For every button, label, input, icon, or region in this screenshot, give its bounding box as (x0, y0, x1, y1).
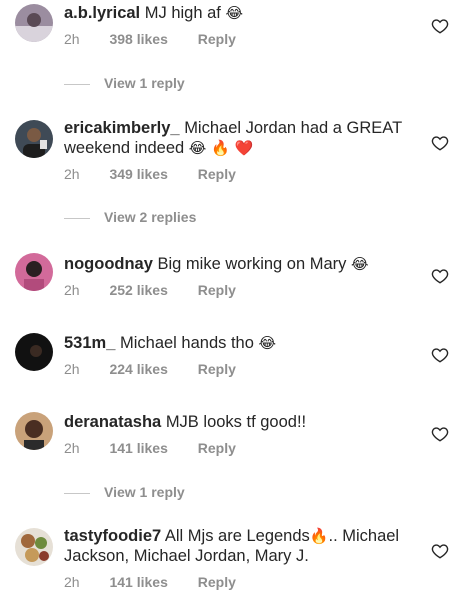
comment-meta: 2h 349 likes Reply (64, 166, 262, 182)
username[interactable]: deranatasha (64, 413, 161, 431)
username[interactable]: ericakimberly_ (64, 119, 180, 137)
username[interactable]: a.b.lyrical (64, 4, 140, 22)
reply-button[interactable]: Reply (198, 31, 236, 47)
likes-count[interactable]: 398 likes (109, 31, 167, 47)
divider-line (64, 492, 90, 494)
divider-line (64, 83, 90, 85)
emoji: 😂 (225, 4, 243, 22)
avatar[interactable] (15, 528, 53, 566)
comment-body: All Mjs are Legends (164, 527, 310, 545)
comment-meta: 2h 141 likes Reply (64, 440, 262, 456)
emoji: 🔥 (309, 527, 329, 545)
reply-button[interactable]: Reply (198, 166, 236, 182)
comment-text: nogoodnay Big mike working on Mary 😂 (64, 254, 409, 274)
heart-outline-icon[interactable] (431, 134, 449, 152)
avatar[interactable] (15, 253, 53, 291)
comment-meta: 2h 224 likes Reply (64, 361, 262, 377)
likes-count[interactable]: 141 likes (109, 440, 167, 456)
comment-body: MJ high af (144, 4, 221, 22)
emoji: 😂 (351, 255, 369, 273)
likes-count[interactable]: 224 likes (109, 361, 167, 377)
avatar[interactable] (15, 412, 53, 450)
comment-text: tastyfoodie7 All Mjs are Legends🔥.. Mich… (64, 526, 409, 566)
heart-outline-icon[interactable] (431, 425, 449, 443)
reply-button[interactable]: Reply (198, 282, 236, 298)
username[interactable]: tastyfoodie7 (64, 527, 161, 545)
reply-button[interactable]: Reply (198, 440, 236, 456)
emoji: 😂 🔥 ❤️ (188, 139, 254, 157)
heart-outline-icon[interactable] (431, 542, 449, 560)
timestamp: 2h (64, 574, 80, 590)
comment-text: deranatasha MJB looks tf good!! (64, 412, 409, 432)
likes-count[interactable]: 252 likes (109, 282, 167, 298)
comment-meta: 2h 398 likes Reply (64, 31, 262, 47)
view-replies-button[interactable]: View 2 replies (64, 209, 196, 225)
timestamp: 2h (64, 282, 80, 298)
reply-button[interactable]: Reply (198, 361, 236, 377)
comment-meta: 2h 141 likes Reply (64, 574, 262, 590)
username[interactable]: 531m_ (64, 334, 115, 352)
heart-outline-icon[interactable] (431, 267, 449, 285)
comment-meta: 2h 252 likes Reply (64, 282, 262, 298)
avatar[interactable] (15, 120, 53, 158)
comment-body: Big mike working on Mary (157, 255, 347, 273)
username[interactable]: nogoodnay (64, 255, 153, 273)
avatar[interactable] (15, 333, 53, 371)
heart-outline-icon[interactable] (431, 17, 449, 35)
comment-text: 531m_ Michael hands tho 😂 (64, 333, 409, 353)
timestamp: 2h (64, 166, 80, 182)
comment-body: Michael hands tho (119, 334, 254, 352)
heart-outline-icon[interactable] (431, 346, 449, 364)
emoji: 😂 (258, 334, 277, 352)
avatar[interactable] (15, 4, 53, 42)
view-replies-button[interactable]: View 1 reply (64, 484, 185, 500)
view-replies-button[interactable]: View 1 reply (64, 75, 185, 91)
comment-body: MJB looks tf good!! (165, 413, 307, 431)
comment-text: a.b.lyrical MJ high af 😂 (64, 3, 409, 23)
likes-count[interactable]: 141 likes (109, 574, 167, 590)
comment-text: ericakimberly_ Michael Jordan had a GREA… (64, 118, 409, 158)
reply-button[interactable]: Reply (198, 574, 236, 590)
divider-line (64, 217, 90, 219)
timestamp: 2h (64, 31, 80, 47)
timestamp: 2h (64, 440, 80, 456)
timestamp: 2h (64, 361, 80, 377)
likes-count[interactable]: 349 likes (109, 166, 167, 182)
